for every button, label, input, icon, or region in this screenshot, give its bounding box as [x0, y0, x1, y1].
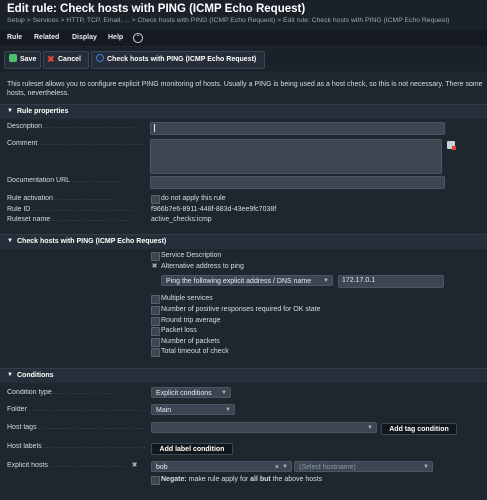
option-label: Multiple services — [161, 295, 213, 302]
add-label-condition-button[interactable]: Add label condition — [151, 443, 233, 455]
rule-id-label: Rule ID ................................… — [7, 206, 136, 213]
intro-text: This ruleset allows you to configure exp… — [7, 81, 483, 97]
folder-label: Folder .................................… — [7, 406, 147, 413]
chevron-down-icon: ▼ — [423, 464, 429, 470]
condition-type-select[interactable]: Explicit conditions ▼ — [151, 387, 231, 398]
comment-textarea[interactable] — [150, 139, 442, 174]
title-bar: Edit rule: Check hosts with PING (ICMP E… — [0, 0, 487, 30]
negate-checkbox[interactable] — [151, 476, 160, 485]
save-button[interactable]: Save — [4, 51, 41, 69]
chevron-down-icon: ▼ — [221, 390, 227, 396]
insert-date-icon[interactable] — [447, 141, 456, 150]
cancel-label: Cancel — [58, 56, 81, 63]
section-title: Conditions — [17, 372, 54, 379]
save-label: Save — [20, 56, 37, 63]
negate-label: Negate: make rule apply for all but the … — [161, 476, 323, 483]
option-label: Number of packets — [161, 338, 220, 345]
breadcrumb[interactable]: Setup > Services > HTTP, TCP, Email, ...… — [7, 17, 449, 24]
address-input[interactable]: 172.17.0.1 — [338, 275, 444, 288]
address-mode-value: Ping the following explicit address / DN… — [166, 278, 312, 285]
ruleset-name-value: active_checks:icmp — [151, 216, 212, 223]
page-title: Edit rule: Check hosts with PING (ICMP E… — [7, 3, 306, 15]
option-label: Alternative address to ping — [161, 263, 244, 270]
menu-bar: Rule Related Display Help — [0, 30, 487, 46]
chevron-down-icon: ▼ — [367, 425, 373, 431]
chevron-down-icon: ▼ — [323, 278, 329, 284]
menu-rule[interactable]: Rule — [7, 34, 22, 41]
service-description-checkbox[interactable] — [151, 252, 160, 261]
option-label: Service Description — [161, 252, 222, 259]
packet-loss-checkbox[interactable] — [151, 327, 160, 336]
menu-display[interactable]: Display — [72, 34, 97, 41]
chevron-down-icon: ▼ — [282, 464, 288, 470]
section-title: Rule properties — [17, 108, 69, 115]
multiple-services-checkbox[interactable] — [151, 295, 160, 304]
toolbar: Save ✖ Cancel Check hosts with PING (ICMP… — [0, 47, 487, 71]
info-icon — [96, 54, 104, 62]
cancel-button[interactable]: ✖ Cancel — [43, 51, 89, 69]
description-label: Description ............................… — [7, 123, 139, 130]
chevron-up-icon[interactable]: ⌃ — [133, 33, 143, 43]
explicit-hosts-label: Explicit hosts .........................… — [7, 462, 127, 469]
hostname-placeholder: (Select hostname) — [299, 464, 356, 471]
rule-id-value: f966b7e6-8911-448f-883d-43ee9fc7038f — [151, 206, 277, 213]
clear-icon[interactable]: × — [275, 462, 279, 473]
option-label: Round trip average — [161, 317, 221, 324]
menu-help[interactable]: Help — [108, 34, 123, 41]
ruleset-label: Check hosts with PING (ICMP Echo Request… — [107, 56, 257, 63]
timeout-checkbox[interactable] — [151, 348, 160, 357]
close-icon: ✖ — [47, 54, 55, 64]
folder-value: Main — [156, 407, 172, 414]
host-value: bob — [156, 464, 168, 471]
collapse-arrow-icon: ▼ — [7, 108, 13, 114]
option-label: Total timeout of check — [161, 348, 229, 355]
doc-url-input[interactable] — [150, 176, 445, 189]
host-labels-label: Host labels ............................… — [7, 443, 147, 450]
rule-activation-label: Rule activation .................... — [7, 195, 114, 202]
address-mode-select[interactable]: Ping the following explicit address / DN… — [161, 275, 333, 286]
section-conditions[interactable]: ▼ Conditions — [0, 368, 487, 383]
disable-rule-label: do not apply this rule — [161, 195, 226, 202]
doc-url-label: Documentation URL ................. — [7, 177, 122, 184]
close-icon[interactable]: ✖ — [131, 462, 138, 469]
option-label: Packet loss — [161, 327, 197, 334]
ruleset-button[interactable]: Check hosts with PING (ICMP Echo Request… — [91, 51, 265, 69]
description-input[interactable] — [150, 122, 445, 135]
number-packets-checkbox[interactable] — [151, 338, 160, 347]
section-title: Check hosts with PING (ICMP Echo Request… — [17, 238, 167, 245]
condition-type-label: Condition type .................... — [7, 389, 113, 396]
hostname-select[interactable]: (Select hostname) ▼ — [294, 461, 433, 472]
collapse-arrow-icon: ▼ — [7, 238, 13, 244]
ruleset-name-label: Ruleset name .......................... — [7, 216, 129, 223]
chevron-down-icon: ▼ — [225, 407, 231, 413]
collapse-arrow-icon: ▼ — [7, 372, 13, 378]
option-label: Number of positive responses required fo… — [161, 306, 321, 313]
section-ping[interactable]: ▼ Check hosts with PING (ICMP Echo Reque… — [0, 234, 487, 249]
section-rule-properties[interactable]: ▼ Rule properties — [0, 104, 487, 119]
menu-related[interactable]: Related — [34, 34, 59, 41]
save-icon — [9, 54, 17, 62]
address-value: 172.17.0.1 — [342, 277, 376, 284]
close-icon[interactable]: ✖ — [151, 263, 158, 270]
disable-rule-checkbox[interactable] — [151, 195, 160, 204]
round-trip-checkbox[interactable] — [151, 317, 160, 326]
comment-label: Comment ................................… — [7, 140, 146, 147]
folder-select[interactable]: Main ▼ — [151, 404, 235, 415]
add-tag-condition-button[interactable]: Add tag condition — [381, 423, 457, 435]
host-tags-select[interactable]: ▼ — [151, 422, 377, 433]
condition-type-value: Explicit conditions — [156, 390, 212, 397]
positive-responses-checkbox[interactable] — [151, 306, 160, 315]
explicit-host-select[interactable]: bob × ▼ — [151, 461, 292, 472]
host-tags-label: Host tags ..............................… — [7, 424, 145, 431]
